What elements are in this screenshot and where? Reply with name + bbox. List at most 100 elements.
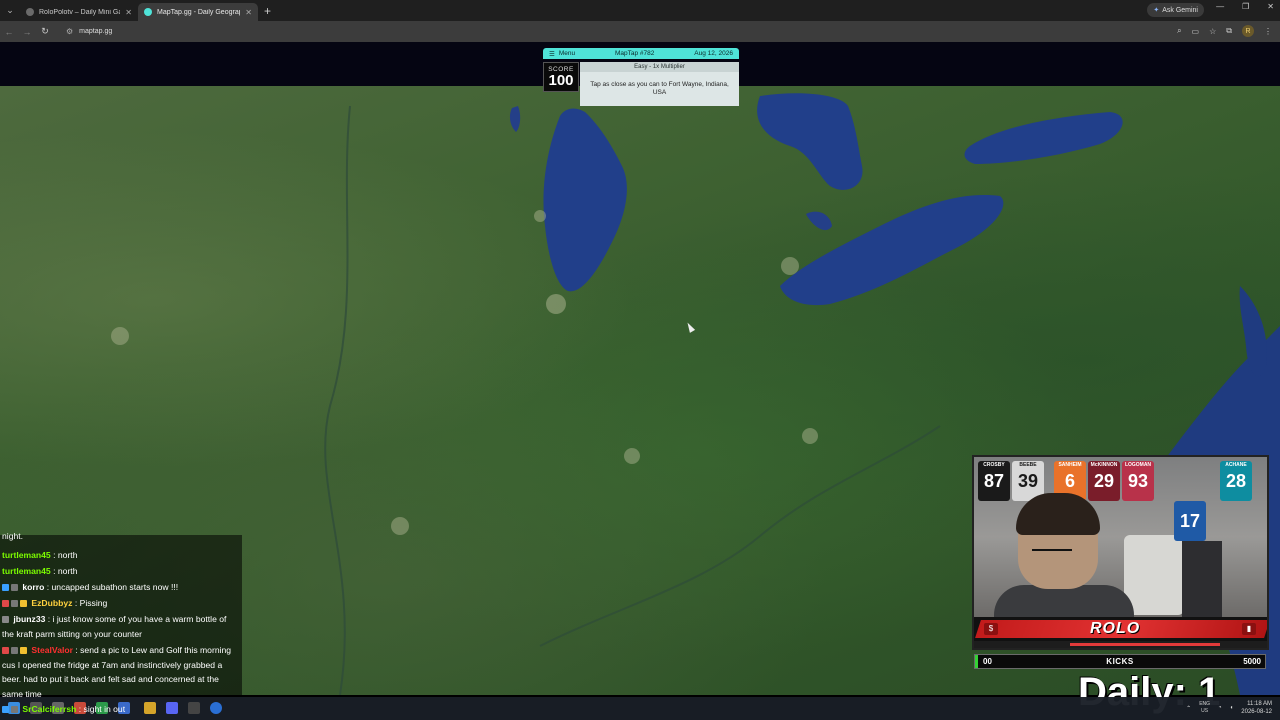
city-indianapolis — [624, 448, 640, 464]
tray-chevron-icon[interactable]: ⌃ — [1186, 705, 1191, 712]
lake-ontario — [964, 112, 1123, 164]
url-text: maptap.gg — [79, 28, 113, 35]
tab-title: RoloPolotv – Daily Mini Game ! — [39, 8, 120, 16]
reload-icon[interactable]: ↻ — [36, 26, 54, 37]
saginaw-bay — [806, 211, 832, 231]
gemini-sparkle-icon: ✦ — [1153, 7, 1160, 14]
chat-line: night. — [2, 529, 23, 544]
green-bay — [509, 106, 521, 132]
stream-chat-overlay: night. turtleman45 : north turtleman45 :… — [0, 531, 242, 699]
clock-time: 11:18 AM — [1247, 701, 1272, 707]
forward-icon[interactable]: → — [18, 27, 36, 37]
mini-fridge — [1182, 541, 1222, 617]
city-columbus — [802, 428, 818, 444]
address-bar[interactable]: ⚙ maptap.gg — [62, 24, 1142, 39]
chat-badge-icon — [11, 706, 18, 714]
app-icon[interactable] — [188, 702, 200, 714]
wifi-icon[interactable]: ◔ — [1218, 705, 1222, 711]
volume-icon[interactable]: ◖ — [1230, 705, 1234, 711]
menu-kebab-icon[interactable]: ⋮ — [1264, 27, 1272, 36]
menu-button[interactable]: ☰ Menu — [549, 50, 575, 58]
tab-maptap[interactable]: MapTap.gg - Daily Geography G ✕ — [138, 3, 258, 21]
chat-badge-icon — [11, 584, 18, 592]
puzzle-number: MapTap #782 — [615, 50, 655, 57]
jersey: 17 — [1174, 501, 1206, 541]
ask-gemini-label: Ask Gemini — [1162, 6, 1198, 14]
cast-icon[interactable]: ▭ — [1192, 27, 1200, 36]
chat-username: EzDubbyz — [31, 598, 73, 608]
profile-avatar[interactable]: R — [1242, 25, 1254, 37]
new-tab-icon[interactable]: + — [264, 4, 271, 18]
window-controls: — ❐ ✕ — [1216, 2, 1274, 11]
chat-line: StealValor : send a pic to Lew and Golf … — [2, 643, 240, 701]
ask-gemini-button[interactable]: ✦ Ask Gemini — [1147, 3, 1204, 17]
chat-username: turtleman45 — [2, 550, 51, 560]
lake-michigan — [543, 108, 627, 292]
discord-icon[interactable] — [166, 702, 178, 714]
puzzle-date: Aug 12, 2026 — [694, 50, 733, 57]
chat-message: : Pissing — [72, 598, 108, 608]
tab-title: MapTap.gg - Daily Geography G — [157, 8, 240, 16]
back-icon[interactable]: ← — [0, 27, 18, 37]
jersey: ACHANE 28 — [1220, 461, 1252, 501]
kicks-goal-bar: 00 KICKS 5000 — [974, 654, 1266, 669]
chat-line: SrCalciferrsh : sight in out — [2, 704, 125, 714]
city-milwaukee — [534, 210, 546, 222]
windows-taskbar: ⌃ ENG US ◔ ◖ 11:18 AM 2026-08-12 — [0, 697, 1280, 720]
game-header: ☰ Menu MapTap #782 Aug 12, 2026 SCORE 10… — [543, 48, 739, 106]
chrome-icon[interactable] — [210, 702, 222, 714]
jersey: LOGOMAN 93 — [1122, 461, 1154, 501]
chat-badge-icon — [2, 584, 9, 592]
hamburger-icon: ☰ — [549, 50, 555, 58]
close-window-icon[interactable]: ✕ — [1267, 2, 1274, 11]
tab-close-icon[interactable]: ✕ — [125, 8, 132, 17]
language-indicator[interactable]: ENG US — [1199, 701, 1210, 715]
chat-username: StealValor — [31, 645, 73, 655]
tab-close-icon[interactable]: ✕ — [245, 8, 252, 17]
extensions-icon[interactable]: ⧉ — [1226, 26, 1232, 36]
chat-badge-icon — [2, 616, 9, 624]
score-value: 100 — [548, 71, 574, 89]
multiplier-label: Easy - 1x Multiplier — [580, 62, 739, 72]
stream-banner: $ ROLO ▮ — [974, 617, 1267, 641]
system-tray: ⌃ ENG US ◔ ◖ 11:18 AM 2026-08-12 — [1186, 700, 1272, 716]
browser-toolbar: ← → ↻ ⚙ maptap.gg ⌕ ▭ ☆ ⧉ R ⋮ — [0, 21, 1280, 42]
chat-badge-icon — [2, 600, 9, 608]
chat-badge-icon — [11, 600, 18, 608]
file-explorer-icon[interactable] — [144, 702, 156, 714]
chat-username: jbunz33 — [13, 614, 46, 624]
chat-message: night. — [2, 531, 24, 541]
kicks-goal: 5000 — [1243, 657, 1261, 666]
tab-favicon-icon — [26, 8, 34, 16]
bookmark-star-icon[interactable]: ☆ — [1209, 27, 1216, 36]
chat-line: EzDubbyz : Pissing — [2, 596, 107, 611]
tab-search-chevron-icon[interactable]: ⌄ — [0, 0, 20, 21]
game-title-bar: ☰ Menu MapTap #782 Aug 12, 2026 — [543, 48, 739, 59]
clock[interactable]: 11:18 AM 2026-08-12 — [1241, 700, 1272, 716]
chat-line: jbunz33 : i just know some of you have a… — [2, 612, 240, 641]
chat-message: : sight in out — [76, 704, 126, 714]
glasses — [1032, 549, 1072, 557]
chat-badge-icon — [20, 600, 27, 608]
maptap-page: ☰ Menu MapTap #782 Aug 12, 2026 SCORE 10… — [0, 42, 1280, 714]
minimize-icon[interactable]: — — [1216, 2, 1224, 11]
game-prompt: Tap as close as you can to Fort Wayne, I… — [580, 72, 739, 106]
chat-username: turtleman45 — [2, 566, 51, 576]
zoom-icon[interactable]: ⌕ — [1177, 26, 1181, 36]
chat-line: turtleman45 : north — [2, 548, 77, 563]
maximize-icon[interactable]: ❐ — [1242, 2, 1249, 11]
chat-message: : uncapped subathon starts now !!! — [44, 582, 179, 592]
site-info-icon[interactable]: ⚙ — [66, 27, 73, 36]
chat-line: turtleman45 : north — [2, 564, 77, 579]
city-minneapolis — [111, 327, 129, 345]
city-chicago — [546, 294, 566, 314]
ohio-river — [539, 425, 941, 647]
chat-message: : north — [50, 566, 78, 576]
chat-badge-icon — [11, 647, 18, 655]
chat-username: SrCalciferrsh — [22, 704, 77, 714]
chair — [1124, 535, 1184, 615]
tab-rolopolotv[interactable]: RoloPolotv – Daily Mini Game ! ✕ — [20, 3, 138, 21]
toolbar-icons: ⌕ ▭ ☆ ⧉ R ⋮ — [1177, 25, 1272, 37]
chat-message: : north — [50, 550, 78, 560]
city-detroit — [781, 257, 799, 275]
